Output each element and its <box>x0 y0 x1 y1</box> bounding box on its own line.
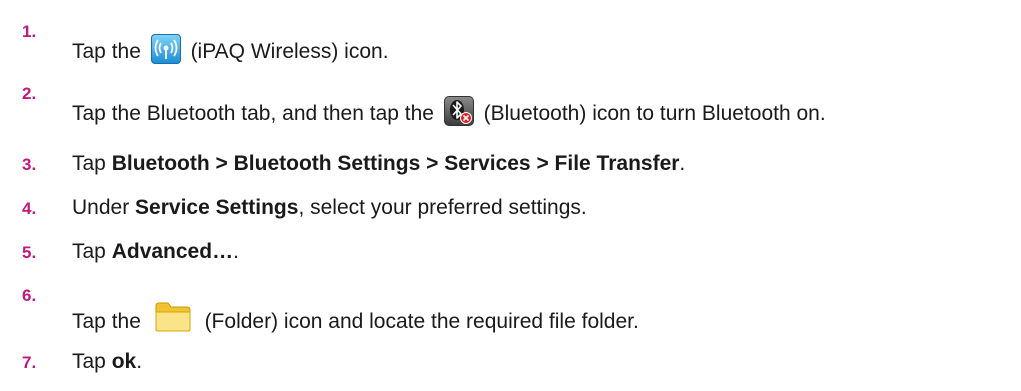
wifi-icon <box>150 34 181 64</box>
bluetooth-icon <box>443 96 474 126</box>
button-name: ok <box>111 350 137 373</box>
step-3: 3. Tap Bluetooth > Bluetooth Settings > … <box>0 152 1021 192</box>
step-number: 7. <box>22 353 37 372</box>
step-1: 1. Tap the (iPAQ Wireless) icon. <box>0 20 1021 64</box>
step-2: 2. Tap the Bluetooth tab, and then tap t… <box>0 84 1021 126</box>
step-number: 4. <box>22 199 37 218</box>
folder-icon <box>153 298 193 334</box>
step-text: Tap Bluetooth > Bluetooth Settings > Ser… <box>72 152 686 175</box>
step-number: 5. <box>22 243 37 262</box>
setting-name: Service Settings <box>135 196 299 219</box>
step-text: Tap Advanced…. <box>72 240 239 263</box>
button-name: Advanced… <box>111 240 234 263</box>
step-7: 7. Tap ok. <box>0 350 1021 390</box>
step-text: Tap the Bluetooth tab, and then tap the … <box>72 96 826 126</box>
step-number: 3. <box>22 155 37 174</box>
step-number: 1. <box>22 22 37 41</box>
step-number: 2. <box>22 84 37 103</box>
step-5: 5. Tap Advanced…. <box>0 240 1021 280</box>
step-number: 6. <box>22 286 37 305</box>
step-text: Tap ok. <box>72 350 143 373</box>
step-text: Tap the (iPAQ Wireless) icon. <box>72 34 389 64</box>
step-text: Tap the (Folder) icon and locate the req… <box>72 298 639 334</box>
step-text: Under Service Settings, select your pref… <box>72 196 587 219</box>
menu-path: Bluetooth > Bluetooth Settings > Service… <box>111 152 680 175</box>
step-4: 4. Under Service Settings, select your p… <box>0 196 1021 236</box>
step-6: 6. Tap the (Folder) icon and locate the … <box>0 278 1021 333</box>
